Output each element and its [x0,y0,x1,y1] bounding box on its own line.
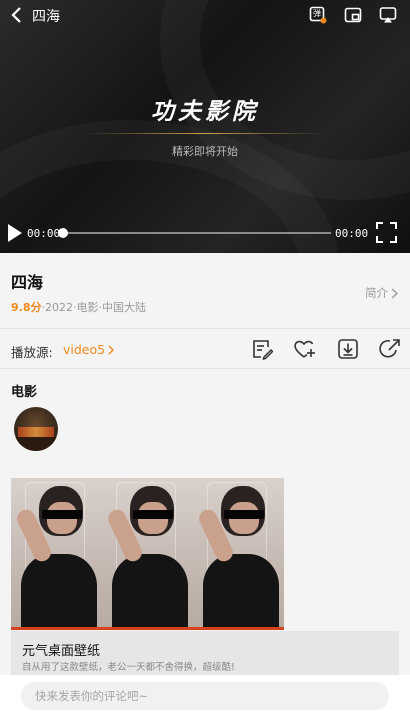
back-button[interactable] [6,4,28,26]
chevron-right-icon [108,345,115,354]
danmaku-toggle-button[interactable]: 弹 [308,5,328,25]
ad-description: 自从用了这款壁纸，老公一天都不舍得换，超级酷! [22,662,235,673]
intro-button[interactable]: 简介 [365,285,398,301]
share-button[interactable] [379,338,401,360]
thumbnail-art [14,437,58,451]
player-controls: 00:00 00:00 [0,220,410,246]
person-figure [133,510,173,519]
cast-button[interactable] [378,5,398,25]
picture-in-picture-icon [344,7,362,23]
progress-track[interactable] [63,232,331,234]
section-title: 电影 [11,385,38,400]
brand-logo-text: 功夫影院 [151,98,259,125]
download-icon [338,339,358,359]
movie-score: 9.8分 [11,301,42,314]
duration: 00:00 [335,227,369,240]
share-icon [379,339,400,358]
edit-note-icon [253,340,274,361]
video-player[interactable]: 四海 弹 功夫影院 精彩即将开始 00:00 00:00 [0,0,410,253]
ad-caption[interactable]: 元气桌面壁纸 自从用了这款壁纸，老公一天都不舍得换，超级酷! [11,631,399,675]
play-icon [8,224,22,242]
ad-title: 元气桌面壁纸 [22,644,101,659]
comment-input[interactable] [21,682,389,710]
heart-plus-icon [294,340,315,358]
movie-meta-text: ·2022·电影·中国大陆 [41,301,146,314]
fullscreen-button[interactable] [376,222,397,243]
comment-bar [0,675,410,715]
loading-subtitle: 精彩即将开始 [172,145,238,158]
ad-image-panel [11,478,102,630]
play-button[interactable] [6,223,24,243]
picture-in-picture-button[interactable] [343,5,363,25]
source-bar: 播放源: video5 [0,329,410,369]
related-section: 电影 元气桌面壁纸 自从用了这款壁纸，老公一天都不舍得换，超级酷! [0,369,410,675]
note-button[interactable] [251,338,274,361]
progress-handle[interactable] [58,228,68,238]
current-time: 00:00 [27,227,61,240]
source-value: video5 [63,342,106,357]
related-movie-thumbnail[interactable] [14,407,58,451]
cast-tv-icon [379,7,397,23]
person-figure [21,554,97,630]
chevron-right-icon [391,288,398,298]
person-figure [42,510,82,519]
fullscreen-icon [376,222,397,243]
danmaku-badge: 弹 [313,9,321,18]
chevron-left-icon [11,7,21,23]
ad-progress-bar [11,627,284,630]
source-selector[interactable]: video5 [63,342,115,357]
intro-label: 简介 [365,286,388,300]
ad-image[interactable] [11,478,284,630]
favorite-button[interactable] [293,338,315,360]
movie-info: 四海 9.8分·2022·电影·中国大陆 简介 [0,253,410,329]
download-button[interactable] [337,338,359,360]
ad-image-panel [102,478,193,630]
source-label: 播放源: [11,345,53,360]
thumbnail-art [18,427,54,437]
person-figure [203,554,279,630]
person-figure [112,554,188,630]
movie-title: 四海 [11,273,44,292]
ad-image-panel [193,478,284,630]
divider [85,133,325,134]
movie-meta: 9.8分·2022·电影·中国大陆 [11,299,146,315]
person-figure [224,510,264,519]
video-title: 四海 [32,9,60,25]
